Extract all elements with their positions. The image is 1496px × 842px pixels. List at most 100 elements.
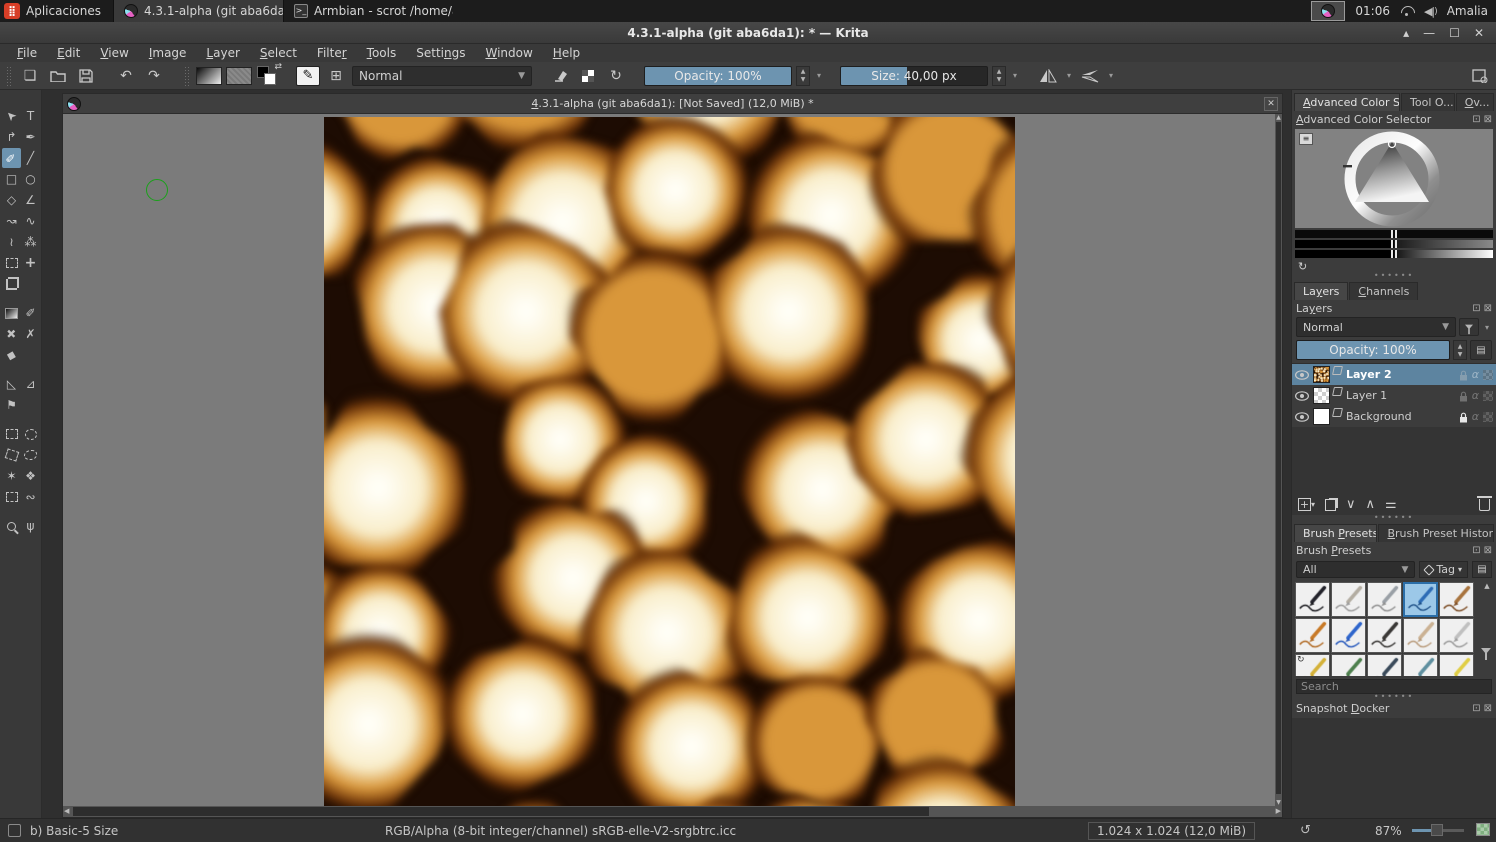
layer-thumbnail[interactable] xyxy=(1313,366,1330,383)
brush-preset-basic-5-size[interactable] xyxy=(1403,582,1438,617)
calligraphy-tool[interactable]: ✒ xyxy=(21,127,40,147)
horizontal-scrollbar[interactable]: ◀ ▶ xyxy=(63,806,1282,817)
select-shapes-tool[interactable]: ➤ xyxy=(2,106,21,126)
tab-brush-preset-history[interactable]: Brush Preset History xyxy=(1378,524,1494,542)
layer-properties-button[interactable]: ⚌ xyxy=(1385,497,1397,512)
color-bar-1[interactable] xyxy=(1295,230,1493,238)
float-docker-icon[interactable]: ⊡ xyxy=(1472,545,1480,556)
float-docker-icon[interactable]: ⊡ xyxy=(1472,114,1480,125)
pattern-chooser-button[interactable] xyxy=(226,67,252,85)
document-canvas[interactable] xyxy=(324,117,1015,806)
bezier-curve-tool[interactable]: ↝ xyxy=(2,211,21,231)
save-button[interactable] xyxy=(74,65,98,87)
scroll-right-arrow[interactable]: ▶ xyxy=(1276,807,1281,815)
close-button[interactable]: ✕ xyxy=(1474,26,1484,40)
color-bar-3[interactable] xyxy=(1295,250,1493,258)
tab-tool-o[interactable]: Tool O... xyxy=(1401,93,1455,111)
scroll-up-arrow[interactable]: ▲ xyxy=(1481,582,1493,590)
menu-help[interactable]: Help xyxy=(544,45,589,61)
layer-alpha-icon[interactable]: α xyxy=(1472,410,1479,423)
zoom-slider-handle[interactable] xyxy=(1431,824,1443,836)
text-tool[interactable]: T xyxy=(21,106,40,126)
vertical-scroll-thumb[interactable] xyxy=(1276,122,1281,794)
hue-ring-triangle[interactable] xyxy=(1295,129,1494,228)
crop-tool[interactable] xyxy=(2,274,21,294)
brush-presets-button[interactable]: ⊞ xyxy=(324,65,348,87)
menu-tools[interactable]: Tools xyxy=(358,45,406,61)
menu-file[interactable]: File xyxy=(8,45,46,61)
fit-to-view-icon[interactable] xyxy=(1476,823,1490,836)
layer-alpha-icon[interactable]: α xyxy=(1472,389,1479,402)
layer-inherit-alpha-icon[interactable] xyxy=(1483,370,1493,380)
status-image-size[interactable]: 1.024 x 1.024 (12,0 MiB) xyxy=(1088,822,1255,840)
brush-preset-pencil-dark[interactable] xyxy=(1367,618,1402,653)
scroll-left-arrow[interactable]: ◀ xyxy=(64,807,69,815)
layer-opacity-slider[interactable]: Opacity: 100% xyxy=(1296,340,1450,360)
menu-image[interactable]: Image xyxy=(140,45,196,61)
wifi-icon[interactable] xyxy=(1400,6,1414,16)
assistants-tool[interactable]: ◺ xyxy=(2,374,21,394)
brush-preset-marker-dark[interactable] xyxy=(1367,654,1402,676)
float-docker-icon[interactable]: ⊡ xyxy=(1472,303,1480,314)
undo-button[interactable]: ↶ xyxy=(114,65,138,87)
zoom-tool[interactable] xyxy=(2,516,21,536)
close-docker-icon[interactable]: ⊠ xyxy=(1484,703,1492,714)
rect-select-tool[interactable] xyxy=(2,424,21,444)
layer-lock-icon[interactable] xyxy=(1459,391,1468,402)
taskbar-window-terminal[interactable]: >_ Armbian - scrot /home/a... xyxy=(283,0,453,22)
tag-button[interactable]: Tag ▾ xyxy=(1419,561,1468,578)
eraser-mode-button[interactable] xyxy=(548,65,572,87)
layer-row-background[interactable]: Backgroundα xyxy=(1292,406,1496,427)
tray-krita-button[interactable] xyxy=(1311,1,1345,21)
multibrush-tool[interactable]: ⁂ xyxy=(21,232,40,252)
canvas-viewport[interactable]: ▲ ▼ xyxy=(63,114,1282,806)
new-document-button[interactable]: ❏ xyxy=(18,65,42,87)
toolbar-grip[interactable] xyxy=(184,66,190,86)
redo-button[interactable]: ↷ xyxy=(142,65,166,87)
document-close-button[interactable]: ✕ xyxy=(1264,97,1278,111)
blending-mode-dropdown[interactable]: Normal ▼ xyxy=(352,66,532,86)
brush-preset-paintbrush[interactable] xyxy=(1439,582,1474,617)
color-sampler-tool[interactable]: ✐ xyxy=(21,303,40,323)
move-layer-down-button[interactable]: ∨ xyxy=(1346,497,1356,512)
menu-filter[interactable]: Filter xyxy=(308,45,356,61)
tab-brush-presets[interactable]: Brush Presets xyxy=(1294,524,1377,542)
brush-preset-ink-pen[interactable] xyxy=(1295,582,1330,617)
ellipse-tool[interactable]: ○ xyxy=(21,169,40,189)
contiguous-select-tool[interactable]: ✶ xyxy=(2,466,21,486)
brush-preset-pencil-soft[interactable] xyxy=(1331,582,1366,617)
move-layer-up-button[interactable]: ∧ xyxy=(1366,497,1376,512)
chevron-down-icon[interactable]: ▾ xyxy=(1064,71,1074,80)
dynamic-brush-tool[interactable]: ≀ xyxy=(2,232,21,252)
pattern-edit-tool[interactable]: ✗ xyxy=(21,324,40,344)
measure-tool[interactable]: ⊿ xyxy=(21,374,40,394)
chevron-down-icon[interactable]: ▾ xyxy=(1482,323,1492,332)
document-titlebar[interactable]: 4.3.1-alpha (git aba6da1): [Not Saved] (… xyxy=(63,94,1282,114)
preserve-alpha-button[interactable] xyxy=(576,65,600,87)
polygon-select-tool[interactable] xyxy=(2,445,21,465)
layer-blending-mode-dropdown[interactable]: Normal ▼ xyxy=(1296,317,1456,337)
layer-visible-icon[interactable] xyxy=(1295,412,1309,422)
preset-filter-dropdown[interactable]: All ▼ xyxy=(1296,561,1415,578)
opacity-spinner[interactable]: ▲▼ xyxy=(796,66,810,86)
pan-tool[interactable]: ψ xyxy=(21,516,40,536)
brush-preset-marker-green[interactable] xyxy=(1331,654,1366,676)
rectangle-tool[interactable]: □ xyxy=(2,169,21,189)
brush-preset-marker-teal[interactable] xyxy=(1403,654,1438,676)
brush-preset-pencil-blue[interactable] xyxy=(1331,618,1366,653)
taskbar-window-krita[interactable]: 4.3.1-alpha (git aba6da1... xyxy=(113,0,283,22)
ellipse-select-tool[interactable] xyxy=(21,424,40,444)
layer-lock-icon[interactable] xyxy=(1459,412,1468,423)
brush-preset-pen-gray[interactable] xyxy=(1367,582,1402,617)
preset-scrollbar[interactable]: ▲ xyxy=(1481,582,1493,676)
tab-advanced-color-s[interactable]: Advanced Color S... xyxy=(1294,93,1400,111)
menu-layer[interactable]: Layer xyxy=(197,45,248,61)
color-selector-settings-icon[interactable]: ≡ xyxy=(1299,133,1313,145)
background-color-swatch[interactable] xyxy=(264,73,276,85)
delete-layer-button[interactable] xyxy=(1479,499,1490,511)
layer-list-empty-space[interactable] xyxy=(1292,427,1496,494)
mirror-horizontal-button[interactable] xyxy=(1036,65,1060,87)
layer-alpha-icon[interactable]: α xyxy=(1472,368,1479,381)
layer-lock-icon[interactable] xyxy=(1459,370,1468,381)
freehand-path-tool[interactable]: ∿ xyxy=(21,211,40,231)
